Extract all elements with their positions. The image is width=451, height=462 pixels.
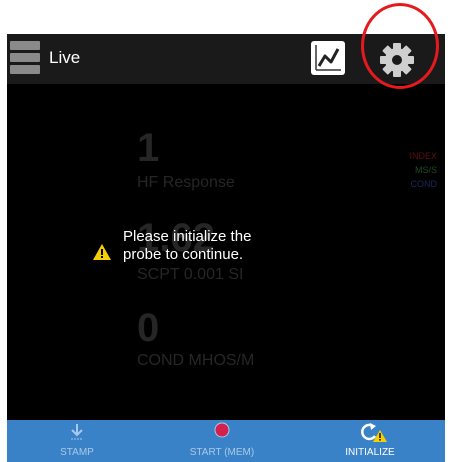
refresh-icon [361, 423, 387, 442]
menu-icon[interactable] [10, 41, 40, 75]
chart-icon[interactable] [311, 41, 345, 75]
dialog-message-line-1: Please initialize the [123, 228, 252, 245]
start-mem-label: START (MEM) [189, 447, 255, 458]
reading-3-label: COND MHOS/M [137, 352, 255, 369]
initialize-button[interactable]: INITIALIZE [335, 420, 405, 462]
reading-1-label: HF Response [137, 174, 235, 191]
stamp-label: STAMP [60, 447, 94, 458]
legend-cond: COND [410, 179, 438, 189]
start-mem-button[interactable]: START (MEM) [177, 420, 267, 462]
initialize-dialog: Please initialize the probe to continue. [87, 228, 317, 278]
record-icon [214, 422, 230, 438]
initialize-label: INITIALIZE [345, 447, 395, 458]
app-screen: Live 1 HF Response 1.62 SCPT 0.001 SI 0 … [7, 34, 445, 462]
dialog-message: Please initialize the probe to continue. [123, 228, 251, 264]
page-title: Live [49, 48, 81, 67]
legend-ms: MS/S [414, 165, 437, 175]
warning-icon [93, 244, 111, 260]
dialog-message-line-2: probe to continue. [123, 246, 244, 263]
settings-highlight-circle [361, 3, 439, 89]
legend-index: INDEX [409, 151, 437, 161]
stamp-button[interactable]: STAMP [47, 420, 107, 462]
reading-1-value: 1 [137, 126, 160, 170]
bottom-bar: STAMP START (MEM) INITIALIZE [7, 420, 445, 462]
download-icon [71, 424, 83, 440]
reading-3-value: 0 [137, 306, 160, 350]
